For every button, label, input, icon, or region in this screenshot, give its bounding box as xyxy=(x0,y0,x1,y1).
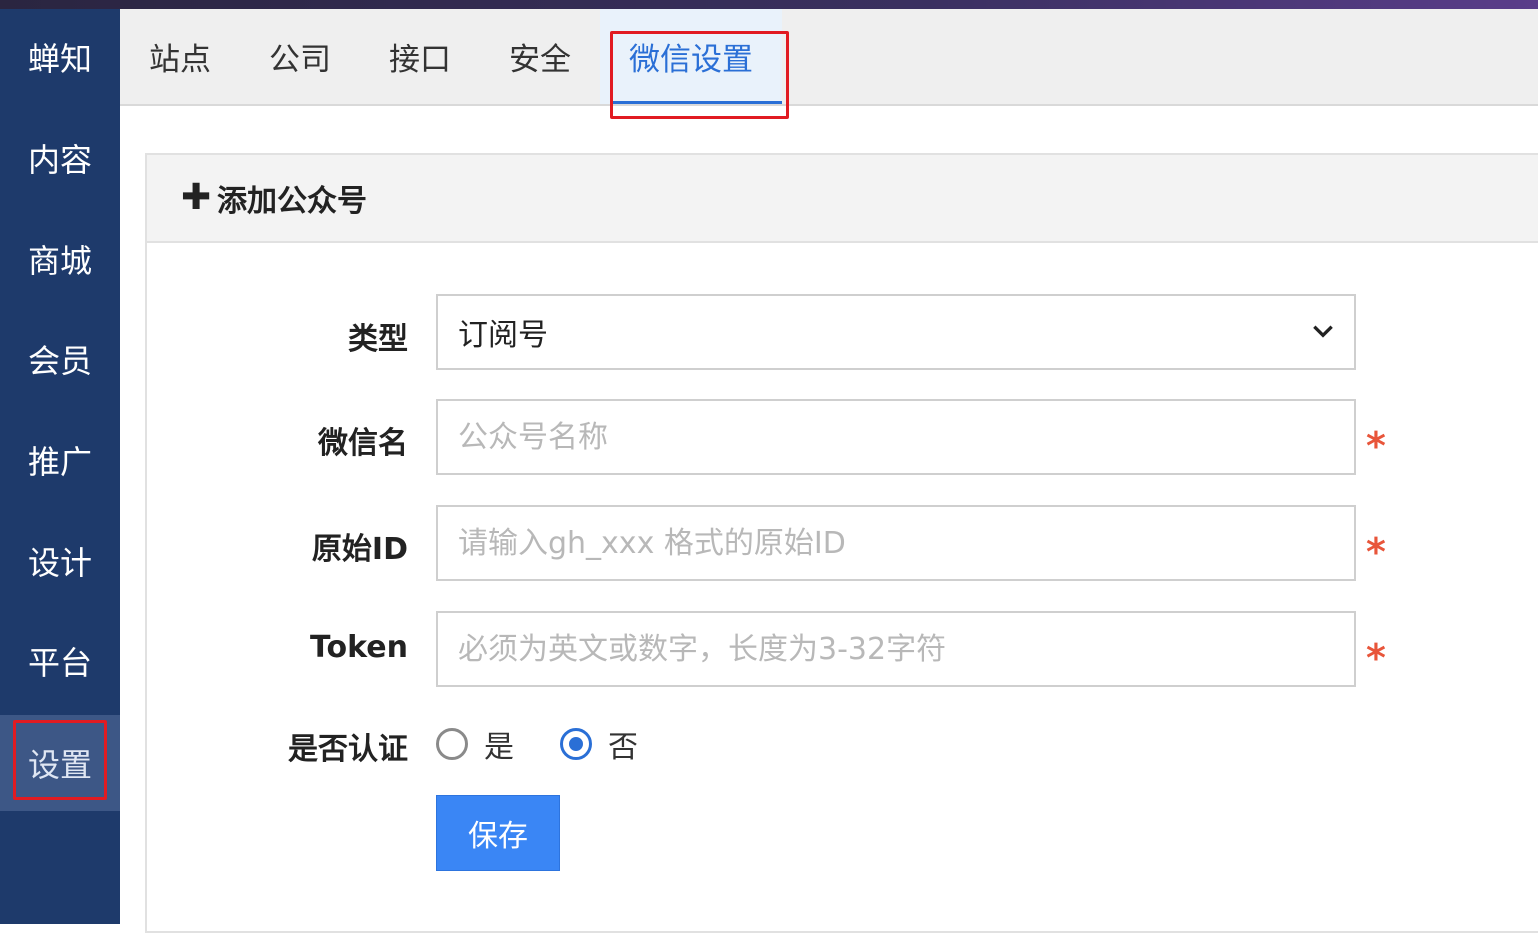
window-top-strip xyxy=(0,0,1538,9)
sidebar-item-label: 商城 xyxy=(27,242,92,280)
sidebar-item-shop[interactable]: 商城 xyxy=(0,211,120,307)
sidebar-item-promotion[interactable]: 推广 xyxy=(0,412,120,508)
sidebar: 蝉知 内容 商城 会员 推广 设计 平台 设置 xyxy=(0,9,120,924)
tab-interface[interactable]: 接口 xyxy=(360,9,480,104)
certified-label: 是否认证 xyxy=(288,732,408,767)
certified-radio-group: 是 否 xyxy=(436,722,684,766)
panel-title: 添加公众号 xyxy=(217,184,367,219)
sidebar-item-content[interactable]: 内容 xyxy=(0,110,120,206)
sidebar-item-label: 内容 xyxy=(27,141,92,179)
tab-active-underline xyxy=(610,101,782,104)
sidebar-item-members[interactable]: 会员 xyxy=(0,311,120,407)
sidebar-item-settings[interactable]: 设置 xyxy=(0,715,120,811)
sidebar-item-label: 会员 xyxy=(27,342,92,380)
wechat-name-label: 微信名 xyxy=(318,426,408,461)
certified-yes-radio[interactable] xyxy=(436,728,468,760)
sidebar-item-brand[interactable]: 蝉知 xyxy=(0,9,120,105)
tab-security[interactable]: 安全 xyxy=(480,9,600,104)
sidebar-item-label: 平台 xyxy=(27,644,92,682)
sidebar-item-design[interactable]: 设计 xyxy=(0,513,120,609)
required-mark: * xyxy=(1366,530,1386,574)
required-mark: * xyxy=(1366,636,1386,680)
tab-site[interactable]: 站点 xyxy=(120,9,240,104)
wechat-name-input[interactable] xyxy=(458,401,1354,473)
original-id-field[interactable] xyxy=(436,505,1356,581)
tab-company[interactable]: 公司 xyxy=(240,9,360,104)
sidebar-item-platform[interactable]: 平台 xyxy=(0,613,120,709)
wechat-name-field[interactable] xyxy=(436,399,1356,475)
tab-wechat-settings[interactable]: 微信设置 xyxy=(600,9,782,104)
sidebar-item-label: 蝉知 xyxy=(27,40,92,78)
save-button[interactable]: 保存 xyxy=(436,795,560,871)
sidebar-item-label: 推广 xyxy=(27,443,92,481)
tab-label: 站点 xyxy=(149,42,211,78)
tab-label: 接口 xyxy=(389,42,451,78)
certified-no-label[interactable]: 否 xyxy=(608,722,638,766)
certified-yes-label[interactable]: 是 xyxy=(484,722,514,766)
panel-header: ✚ 添加公众号 xyxy=(147,155,1538,243)
sidebar-item-label: 设置 xyxy=(27,746,92,784)
token-input[interactable] xyxy=(458,613,1354,685)
plus-icon: ✚ xyxy=(181,177,212,218)
chevron-down-icon xyxy=(1313,325,1333,338)
tab-bar: 站点 公司 接口 安全 微信设置 xyxy=(120,9,1538,106)
tab-label: 安全 xyxy=(509,42,571,78)
type-label: 类型 xyxy=(348,322,408,357)
type-select[interactable]: 订阅号 xyxy=(436,294,1356,370)
original-id-label: 原始ID xyxy=(311,532,408,567)
certified-no-radio[interactable] xyxy=(560,728,592,760)
tab-label: 微信设置 xyxy=(629,42,753,78)
required-mark: * xyxy=(1366,424,1386,468)
type-select-value: 订阅号 xyxy=(458,318,548,353)
original-id-input[interactable] xyxy=(458,507,1354,579)
token-field[interactable] xyxy=(436,611,1356,687)
tab-label: 公司 xyxy=(269,42,331,78)
token-label: Token xyxy=(310,630,408,665)
sidebar-item-label: 设计 xyxy=(27,544,92,582)
